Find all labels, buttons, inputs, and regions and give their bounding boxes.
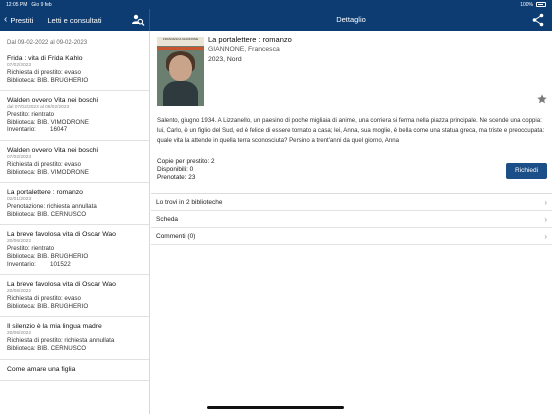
home-indicator[interactable] (207, 406, 344, 409)
search-person-icon[interactable] (131, 13, 145, 27)
list-nav-header: ‹ Prestiti Letti e consultati (0, 9, 150, 31)
loan-library: Biblioteca: BIB. BRUGHERIO (7, 252, 89, 260)
loan-inventory: Inventario: 101522 (7, 261, 143, 269)
chevron-right-icon: › (544, 215, 547, 224)
list-item[interactable]: La breve favolosa vita di Oscar Wao 20/0… (0, 225, 149, 276)
loan-title: Come amare una figlia (7, 365, 76, 373)
loan-library: Biblioteca: BIB. CERNUSCO (7, 344, 87, 352)
request-button[interactable]: Richiedi (506, 163, 547, 179)
loan-library: Biblioteca: BIB. VIMODRONE (7, 118, 89, 126)
book-title: La portalettere : romanzo (208, 35, 292, 44)
loan-status: Prestito: rientrato (7, 111, 55, 119)
reserved-count: Prenotate: 23 (157, 174, 196, 182)
list-item[interactable]: Walden ovvero Vita nei boschi dal 07/02/… (0, 91, 149, 141)
section-comments[interactable]: Commenti (0) › (151, 228, 552, 245)
list-item[interactable]: La breve favolosa vita di Oscar Wao 20/0… (0, 275, 149, 318)
loan-library: Biblioteca: BIB. BRUGHERIO (7, 302, 89, 310)
loan-title: La breve favolosa vita di Oscar Wao (7, 281, 116, 289)
book-cover[interactable]: FRANCESCA GIANNONE (157, 37, 204, 106)
loan-title: Walden ovvero Vita nei boschi (7, 97, 99, 105)
section-label: Lo trovi in 2 biblioteche (156, 199, 223, 206)
section-label: Scheda (156, 216, 179, 223)
loan-status: Richiesta di prestito: evaso (7, 295, 81, 303)
chevron-right-icon: › (544, 232, 547, 241)
chevron-left-icon: ‹ (4, 14, 8, 25)
detail-pane: FRANCESCA GIANNONE La portalettere : rom… (151, 31, 552, 414)
loan-title: La portalettere : romanzo (7, 189, 83, 197)
share-icon[interactable] (532, 13, 544, 27)
chevron-right-icon: › (544, 198, 547, 207)
loan-status: Richiesta di prestito: evaso (7, 69, 81, 76)
status-date: Gio 9 feb (31, 1, 52, 8)
loan-title: Walden ovvero Vita nei boschi (7, 146, 99, 154)
inventory-value: 101522 (50, 260, 71, 268)
book-publication: 2023, Nord (208, 56, 242, 63)
inventory-value: 16047 (50, 126, 68, 134)
book-info: La portalettere : romanzo GIANNONE, Fran… (208, 35, 292, 65)
list-item[interactable]: Frida : vita di Frida Kahlo 07/02/2023 R… (0, 49, 149, 92)
section-libraries[interactable]: Lo trovi in 2 biblioteche › (151, 194, 552, 211)
inventory-label: Inventario: (7, 260, 36, 268)
back-label: Prestiti (10, 15, 34, 25)
back-button[interactable]: ‹ Prestiti (0, 15, 33, 25)
loan-library: Biblioteca: BIB. VIMODRONE (7, 168, 89, 176)
status-right: 100% (520, 2, 546, 8)
cover-body (163, 81, 198, 106)
battery-icon (536, 2, 546, 7)
loan-library: Biblioteca: BIB. CERNUSCO (7, 210, 87, 218)
book-summary: Salento, giugno 1934. A Lizzanello, un p… (157, 117, 545, 144)
section-label: Commenti (0) (156, 233, 196, 240)
loan-status: Richiesta di prestito: richiesta annulla… (7, 337, 115, 345)
availability-info: Copie per prestito: 2 Disponibili: 0 Pre… (157, 158, 215, 183)
cover-band (157, 47, 204, 50)
book-author: GIANNONE, Francesca (208, 46, 280, 53)
cover-author: FRANCESCA GIANNONE (157, 37, 204, 46)
star-icon[interactable] (537, 94, 547, 104)
list-item[interactable]: Il silenzio è la mia lingua madre 20/06/… (0, 317, 149, 360)
status-bar: 12:05 PM Gio 9 feb 100% (0, 0, 552, 9)
detail-title: Dettaglio (336, 15, 366, 24)
loan-library: Biblioteca: BIB. BRUGHERIO (7, 76, 89, 84)
list-item[interactable]: Come amare una figlia (0, 360, 149, 381)
date-range: Dal 09-02-2022 al 09-02-2023 (7, 40, 88, 46)
loan-status: Richiesta di prestito: evaso (7, 160, 81, 168)
section-record[interactable]: Scheda › (151, 211, 552, 228)
loan-status: Prestito: rientrato (7, 245, 55, 253)
list-item[interactable]: La portalettere : romanzo 02/01/2023 Pre… (0, 183, 149, 226)
loan-title: Frida : vita di Frida Kahlo (7, 55, 83, 62)
copies-per-loan: Copie per prestito: 2 (157, 158, 215, 165)
loan-status: Prenotazione: richiesta annullata (7, 203, 97, 211)
loans-list-pane: Dal 09-02-2022 al 09-02-2023 Frida : vit… (0, 31, 150, 414)
status-time: 12:05 PM (6, 1, 28, 8)
inventory-label: Inventario: (7, 126, 36, 134)
list-item[interactable]: Walden ovvero Vita nei boschi 07/02/2023… (0, 141, 149, 184)
loan-inventory: Inventario: 16047 (7, 126, 143, 134)
navigation-bar: ‹ Prestiti Letti e consultati Dettaglio (0, 9, 552, 31)
battery-percent: 100% (520, 1, 533, 8)
cover-face (169, 55, 192, 81)
available-count: Disponibili: 0 (157, 166, 194, 174)
